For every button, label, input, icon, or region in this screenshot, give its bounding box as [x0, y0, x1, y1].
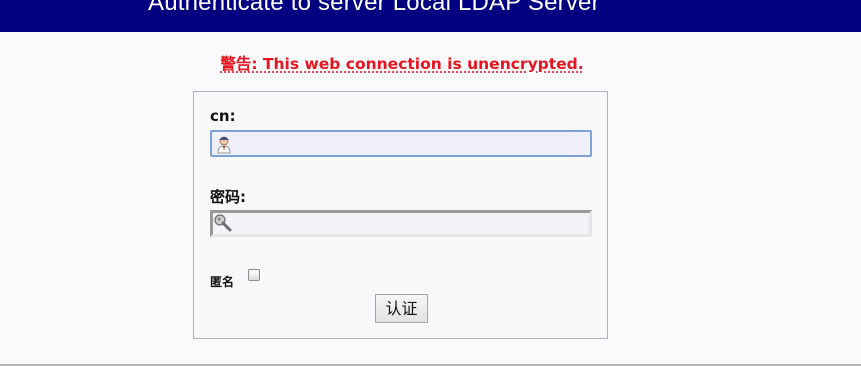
page: Authenticate to server Local LDAP Server… — [0, 0, 861, 366]
cn-label: cn: — [210, 107, 236, 125]
header-bar: Authenticate to server Local LDAP Server — [0, 0, 861, 32]
user-icon — [217, 136, 231, 154]
page-title: Authenticate to server Local LDAP Server — [148, 0, 600, 16]
password-label: 密码: — [210, 188, 246, 206]
unencrypted-warning: 警告: This web connection is unencrypted. — [220, 55, 584, 73]
anonymous-checkbox[interactable] — [248, 269, 260, 281]
key-icon — [214, 214, 232, 232]
login-form: cn: 密码: 匿名 认证 — [193, 91, 608, 339]
password-input[interactable] — [210, 210, 592, 237]
anonymous-label: 匿名 — [210, 275, 235, 289]
cn-input[interactable] — [210, 130, 592, 157]
authenticate-button[interactable]: 认证 — [375, 294, 428, 323]
